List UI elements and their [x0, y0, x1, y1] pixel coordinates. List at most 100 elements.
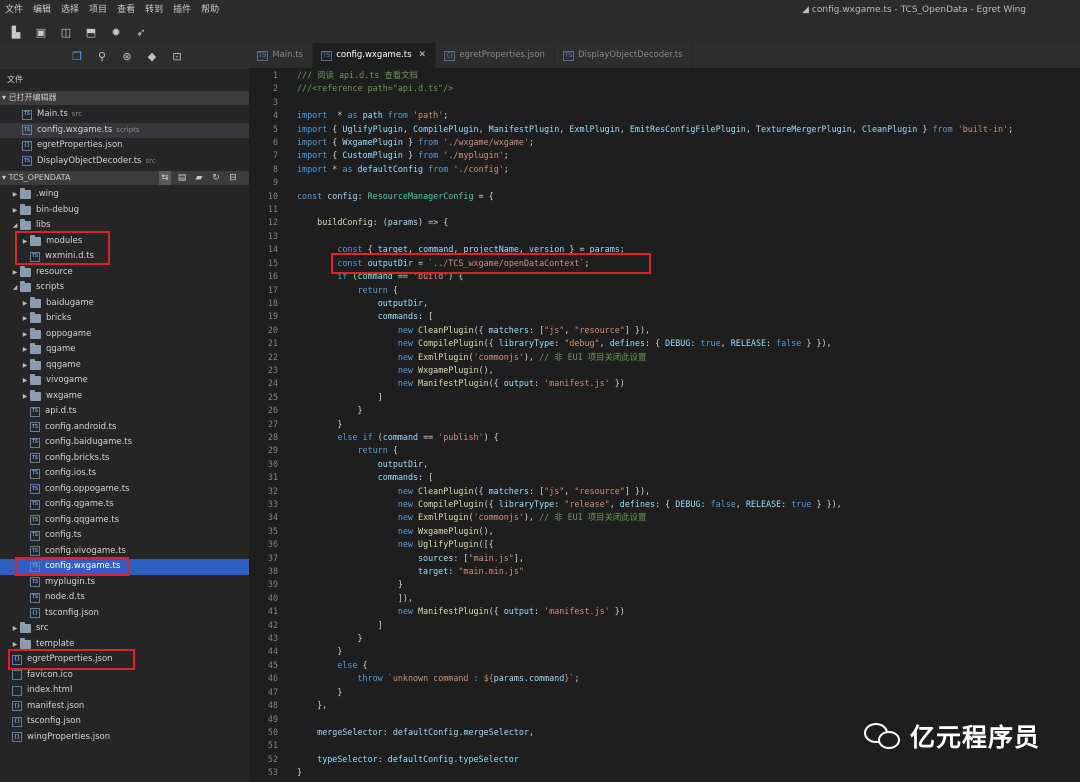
- tree-item[interactable]: ▶ .wing: [0, 187, 249, 203]
- chevron-down-icon[interactable]: ◢: [10, 218, 20, 234]
- tree-item[interactable]: TS config.oppogame.ts: [0, 482, 249, 498]
- tree-item[interactable]: {} egretProperties.json: [0, 652, 249, 668]
- tree-item[interactable]: ▶ qqgame: [0, 358, 249, 374]
- menu-item[interactable]: 查看: [112, 0, 140, 21]
- chevron-right-icon[interactable]: ▶: [20, 296, 30, 312]
- tree-item[interactable]: TS config.ts: [0, 528, 249, 544]
- tree-item-label: tsconfig.json: [45, 607, 99, 618]
- chevron-right-icon[interactable]: ▶: [10, 621, 20, 637]
- tree-item[interactable]: index.html: [0, 683, 249, 699]
- project-header[interactable]: ▾ TCS_OPENDATA ⇆ ▤ ▰ ↻ ⊟: [0, 171, 249, 185]
- tree-item[interactable]: {} manifest.json: [0, 699, 249, 715]
- line-number: 25: [267, 391, 278, 402]
- open-editors-header[interactable]: ▾ 已打开编辑器: [0, 91, 249, 105]
- tree-item[interactable]: ◢ scripts: [0, 280, 249, 296]
- code-line: 52 typeSelector: defaultConfig.typeSelec…: [249, 753, 1080, 766]
- tree-item[interactable]: TS api.d.ts: [0, 404, 249, 420]
- editor-tab[interactable]: TS config.wxgame.ts ✕: [313, 43, 437, 68]
- close-icon[interactable]: ✕: [419, 43, 427, 68]
- chevron-right-icon[interactable]: ▶: [10, 265, 20, 281]
- open-editor-item[interactable]: TS Main.ts src: [0, 107, 249, 123]
- tree-item[interactable]: ▶ qgame: [0, 342, 249, 358]
- new-file-icon[interactable]: ▤: [176, 171, 188, 185]
- chevron-right-icon[interactable]: ▶: [20, 234, 30, 250]
- file-icon: [12, 685, 22, 696]
- menu-item[interactable]: 文件: [0, 0, 28, 21]
- tree-item[interactable]: ◢ libs: [0, 218, 249, 234]
- tree-item[interactable]: ▶ template: [0, 637, 249, 653]
- tree-item[interactable]: TS config.wxgame.ts: [0, 559, 249, 575]
- tree-item[interactable]: {} tsconfig.json: [0, 714, 249, 730]
- tree-item[interactable]: TS config.android.ts: [0, 420, 249, 436]
- git-icon[interactable]: ⊛: [120, 49, 134, 63]
- tree-item[interactable]: ▶ modules: [0, 234, 249, 250]
- chevron-right-icon[interactable]: ▶: [20, 358, 30, 374]
- build-icon[interactable]: ⬒: [83, 24, 99, 40]
- tree-item[interactable]: ▶ baidugame: [0, 296, 249, 312]
- chevron-right-icon[interactable]: ▶: [10, 637, 20, 653]
- open-editor-path: src: [71, 110, 82, 118]
- tree-item[interactable]: TS config.qqgame.ts: [0, 513, 249, 529]
- chevron-right-icon[interactable]: ▶: [20, 389, 30, 405]
- chevron-right-icon[interactable]: ▶: [20, 342, 30, 358]
- code-token: }: [297, 418, 343, 429]
- code-token: ),: [523, 351, 540, 362]
- debug-icon[interactable]: ✹: [108, 24, 124, 40]
- tree-item[interactable]: {} wingProperties.json: [0, 730, 249, 746]
- tree-item[interactable]: ▶ src: [0, 621, 249, 637]
- code-view[interactable]: 1 /// 阅读 api.d.ts 查看文档 2 ///<reference path…: [249, 68, 1080, 780]
- folder-icon: [30, 296, 41, 308]
- new-folder-icon[interactable]: ▰: [193, 171, 205, 185]
- open-editor-item[interactable]: {} egretProperties.json: [0, 138, 249, 154]
- menu-item[interactable]: 插件: [168, 0, 196, 21]
- tree-item[interactable]: TS wxmini.d.ts: [0, 249, 249, 265]
- tree-item[interactable]: ▶ wxgame: [0, 389, 249, 405]
- tree-item[interactable]: TS config.vivogame.ts: [0, 544, 249, 560]
- tree-item[interactable]: TS config.bricks.ts: [0, 451, 249, 467]
- chevron-down-icon[interactable]: ◢: [10, 280, 20, 296]
- editor-tab[interactable]: {} egretProperties.json: [436, 43, 555, 68]
- refresh-icon[interactable]: ↻: [210, 171, 222, 185]
- new-file-icon[interactable]: ▙: [8, 24, 24, 40]
- menu-item[interactable]: 帮助: [196, 0, 224, 21]
- tree-item[interactable]: {} tsconfig.json: [0, 606, 249, 622]
- debug-panel-icon[interactable]: ⊡: [170, 49, 184, 63]
- tree-item[interactable]: TS myplugin.ts: [0, 575, 249, 591]
- chevron-right-icon[interactable]: ▶: [10, 203, 20, 219]
- line-number: 49: [267, 713, 278, 724]
- extension-icon[interactable]: ◆: [145, 49, 159, 63]
- menu-item[interactable]: 转到: [140, 0, 168, 21]
- code-text: new UglifyPlugin([{: [278, 538, 494, 551]
- open-editor-item[interactable]: TS DisplayObjectDecoder.ts src: [0, 154, 249, 170]
- collapse-icon[interactable]: ⊟: [227, 171, 239, 185]
- chevron-right-icon[interactable]: ▶: [20, 327, 30, 343]
- search-icon[interactable]: ⚲: [95, 49, 109, 63]
- chevron-right-icon[interactable]: ▶: [20, 311, 30, 327]
- tree-item[interactable]: TS node.d.ts: [0, 590, 249, 606]
- tree-item[interactable]: TS config.ios.ts: [0, 466, 249, 482]
- link-icon[interactable]: ⇆: [159, 171, 171, 185]
- chevron-right-icon[interactable]: ▶: [10, 187, 20, 203]
- save-all-icon[interactable]: ◫: [58, 24, 74, 40]
- code-token: }: [297, 767, 303, 778]
- tree-item[interactable]: ▶ vivogame: [0, 373, 249, 389]
- menu-item[interactable]: 项目: [84, 0, 112, 21]
- open-editor-item[interactable]: TS config.wxgame.ts scripts: [0, 122, 249, 138]
- editor-tab[interactable]: TS DisplayObjectDecoder.ts: [554, 43, 693, 68]
- files-icon[interactable]: ❐: [70, 49, 84, 63]
- save-icon[interactable]: ▣: [33, 24, 49, 40]
- tree-item[interactable]: ▶ bricks: [0, 311, 249, 327]
- chevron-right-icon[interactable]: ▶: [20, 373, 30, 389]
- menu-item[interactable]: 编辑: [28, 0, 56, 21]
- tree-item[interactable]: ▶ resource: [0, 265, 249, 281]
- editor-tab[interactable]: TS Main.ts: [249, 43, 313, 68]
- tree-item[interactable]: favicon.ico: [0, 668, 249, 684]
- menu-item[interactable]: 选择: [56, 0, 84, 21]
- tree-item[interactable]: TS config.baidugame.ts: [0, 435, 249, 451]
- code-token: from: [932, 123, 953, 134]
- tree-item[interactable]: ▶ bin-debug: [0, 203, 249, 219]
- tree-item[interactable]: ▶ oppogame: [0, 327, 249, 343]
- run-icon[interactable]: ➶: [133, 24, 149, 40]
- tree-item[interactable]: TS config.qgame.ts: [0, 497, 249, 513]
